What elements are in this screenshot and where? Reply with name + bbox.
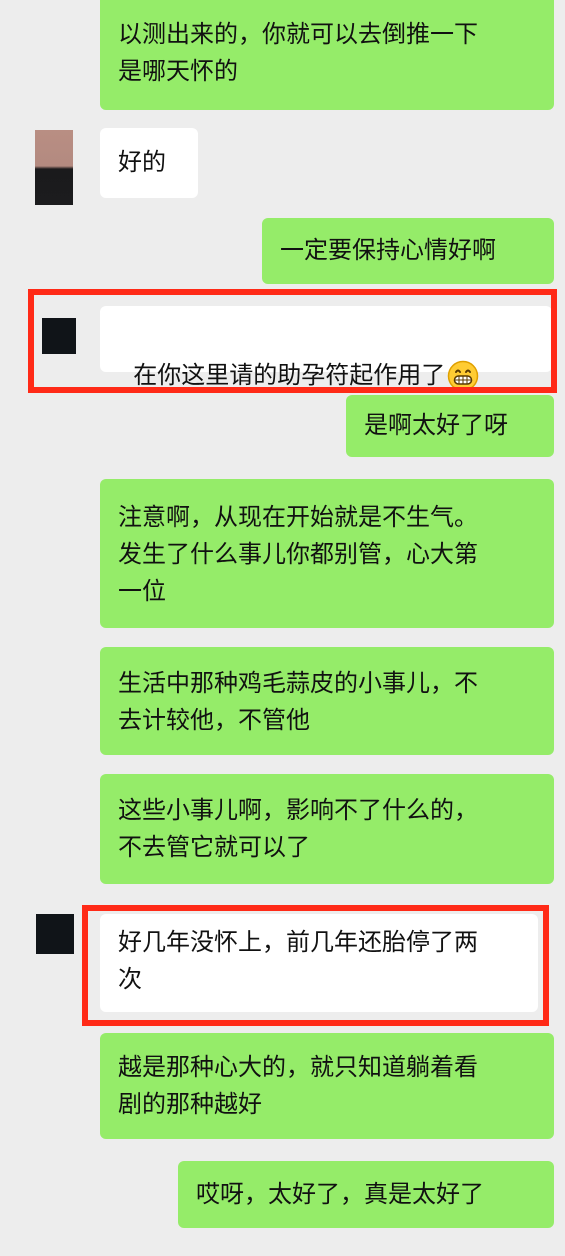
highlight-box — [28, 289, 557, 393]
chat-message-outgoing[interactable]: 越是那种心大的，就只知道躺着看 剧的那种越好 — [100, 1033, 554, 1139]
chat-message-outgoing[interactable]: 一定要保持心情好啊 — [262, 218, 554, 284]
highlight-box — [82, 905, 549, 1026]
chat-message-outgoing[interactable]: 以测出来的，你就可以去倒推一下 是哪天怀的 — [100, 0, 554, 110]
contact-avatar[interactable] — [35, 130, 73, 205]
chat-message-incoming[interactable]: 好的 — [100, 128, 198, 198]
contact-avatar[interactable] — [36, 914, 74, 954]
chat-message-outgoing[interactable]: 这些小事儿啊，影响不了什么的， 不去管它就可以了 — [100, 774, 554, 884]
chat-message-outgoing[interactable]: 生活中那种鸡毛蒜皮的小事儿，不 去计较他，不管他 — [100, 647, 554, 755]
chat-message-outgoing[interactable]: 是啊太好了呀 — [346, 395, 554, 457]
chat-message-outgoing[interactable]: 注意啊，从现在开始就是不生气。 发生了什么事儿你都别管，心大第 一位 — [100, 479, 554, 628]
chat-message-outgoing[interactable]: 哎呀，太好了，真是太好了 — [178, 1161, 554, 1228]
